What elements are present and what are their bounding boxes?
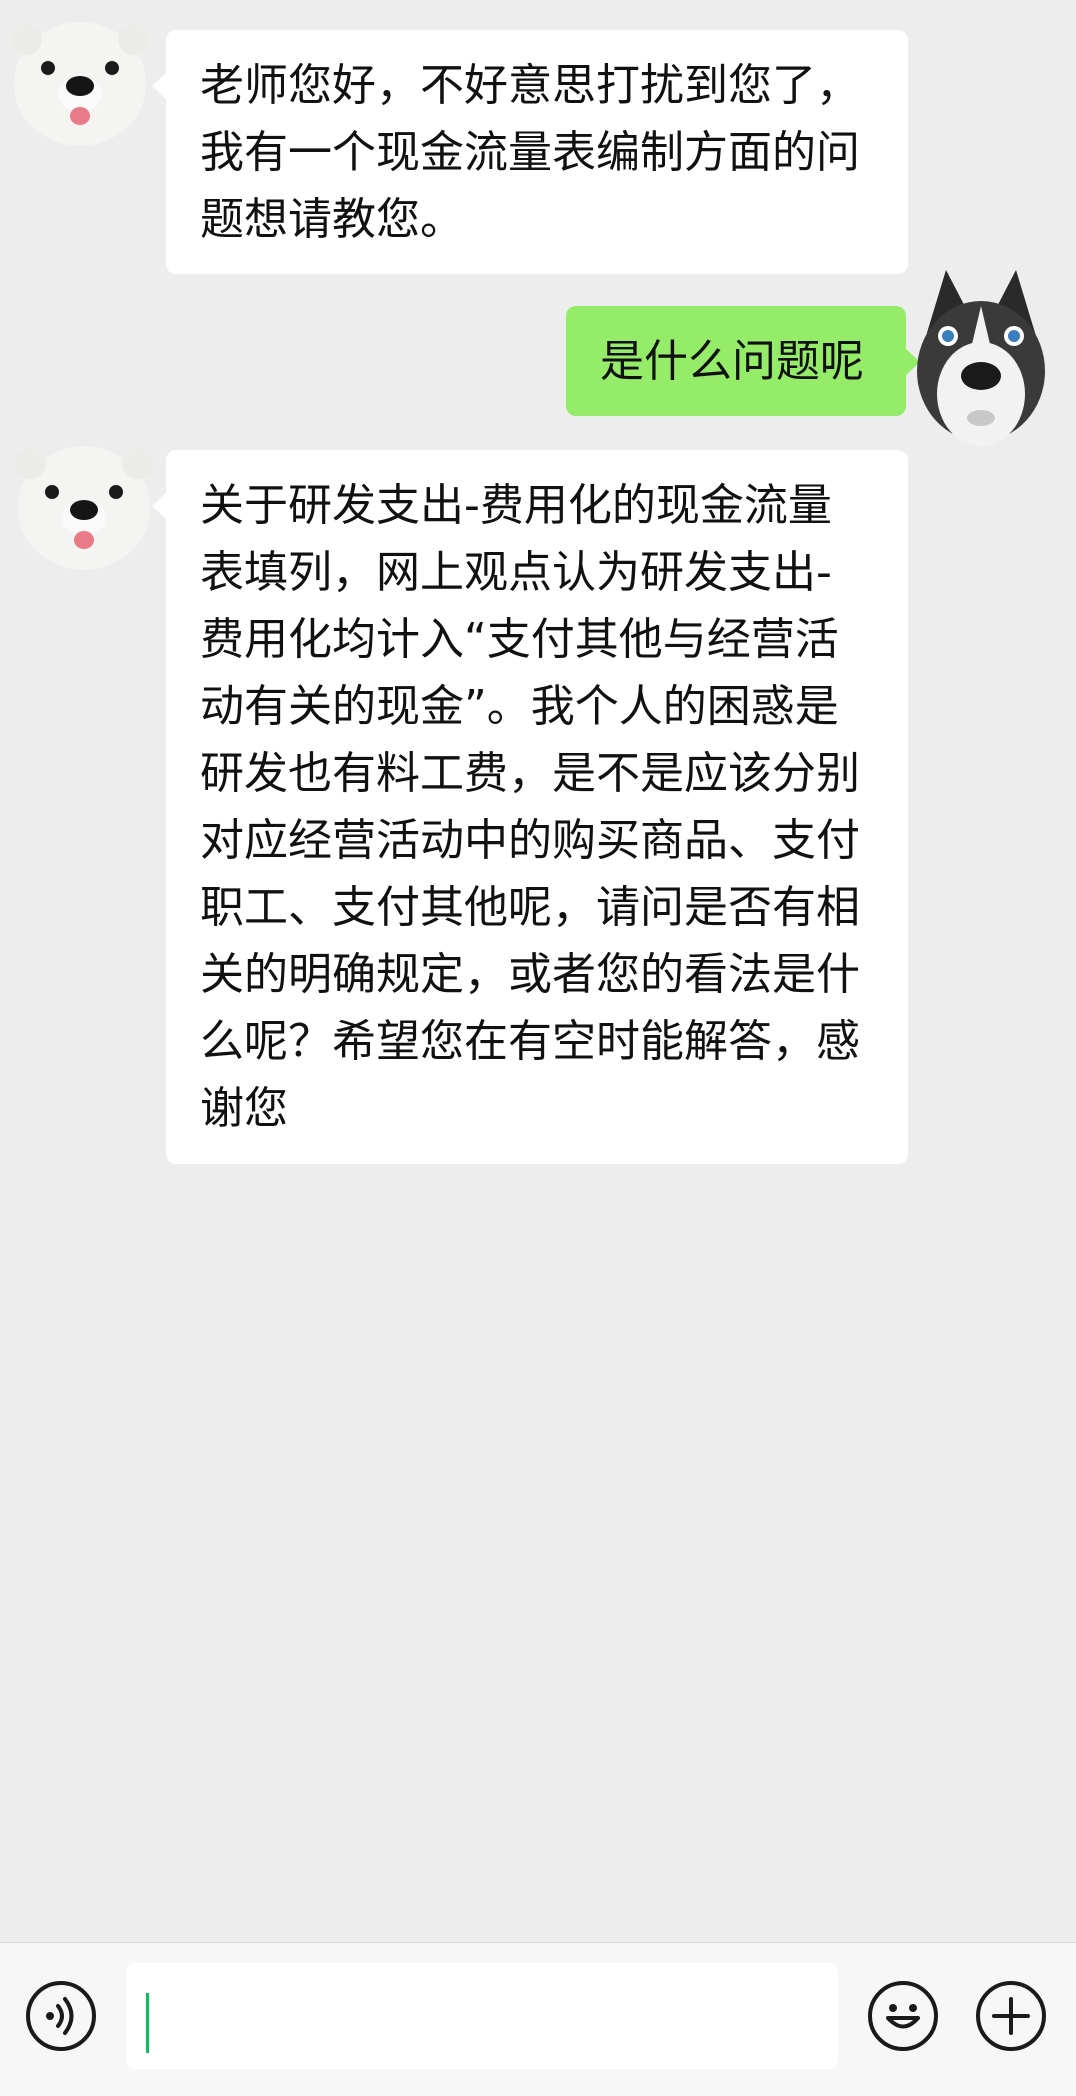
message-line: 关于研发支出-费用化的现金流量 — [200, 480, 832, 531]
message-line: 职工、支付其他呢，请问是否有相 — [200, 882, 860, 933]
polar-bear-avatar-icon[interactable] — [0, 6, 160, 156]
message-line: 老师您好，不好意思打扰到您了， — [200, 60, 860, 111]
message-line: 对应经营活动中的购买商品、支付 — [200, 815, 860, 866]
message-line: 费用化均计入“支付其他与经营活 — [200, 614, 839, 665]
message-line: 我有一个现金流量表编制方面的问 — [200, 127, 860, 178]
plus-icon[interactable] — [976, 1981, 1046, 2051]
message-bubble-incoming[interactable]: 老师您好，不好意思打扰到您了， 我有一个现金流量表编制方面的问 题想请教您。 — [152, 30, 908, 274]
message-line: 关的明确规定，或者您的看法是什 — [200, 949, 860, 1000]
chat-area: 老师您好，不好意思打扰到您了， 我有一个现金流量表编制方面的问 题想请教您。 是什么… — [0, 0, 1076, 1942]
emoji-icon[interactable] — [868, 1981, 938, 2051]
message-bubble-outgoing[interactable]: 是什么问题呢 — [566, 306, 920, 416]
husky-avatar-icon[interactable] — [906, 266, 1056, 456]
message-line: 题想请教您。 — [200, 194, 464, 245]
message-line: 是什么问题呢 — [600, 336, 864, 387]
polar-bear-avatar-icon[interactable] — [4, 430, 164, 580]
voice-icon[interactable] — [26, 1981, 96, 2051]
message-line: 谢您 — [200, 1083, 288, 1134]
input-bar — [0, 1942, 1076, 2096]
message-line: 么呢？希望您在有空时能解答，感 — [200, 1016, 860, 1067]
message-bubble-incoming[interactable]: 关于研发支出-费用化的现金流量 表填列，网上观点认为研发支出- 费用化均计入“支付其… — [152, 450, 908, 1164]
message-text: 老师您好，不好意思打扰到您了， 我有一个现金流量表编制方面的问 题想请教您。 — [200, 52, 874, 253]
text-caret — [146, 1993, 149, 2053]
message-line: 表填列，网上观点认为研发支出- — [200, 547, 832, 598]
message-text: 关于研发支出-费用化的现金流量 表填列，网上观点认为研发支出- 费用化均计入“支付其… — [200, 472, 874, 1142]
message-line: 研发也有料工费，是不是应该分别 — [200, 748, 860, 799]
message-input[interactable] — [126, 1963, 838, 2069]
message-line: 动有关的现金”。我个人的困惑是 — [200, 681, 839, 732]
message-text: 是什么问题呢 — [600, 328, 872, 395]
